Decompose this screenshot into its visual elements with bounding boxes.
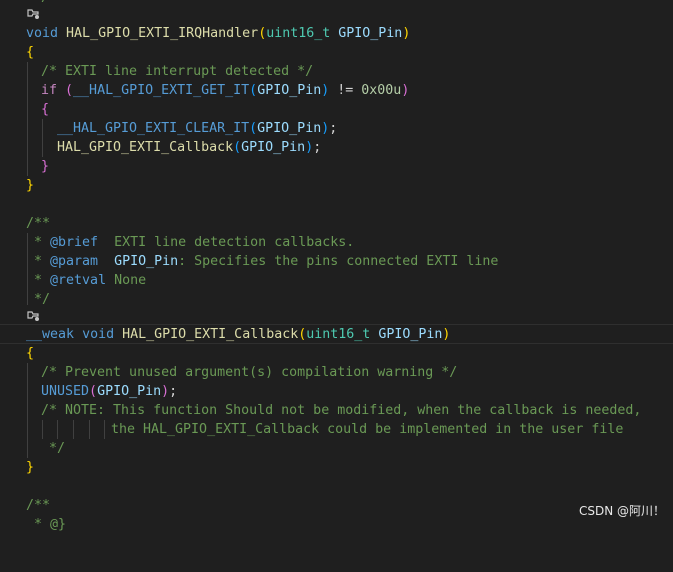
code-line: } bbox=[26, 178, 35, 193]
codelens-icon[interactable] bbox=[26, 7, 40, 21]
code-line: /** bbox=[26, 216, 51, 231]
code-line: /** bbox=[26, 498, 51, 513]
code-line: } bbox=[41, 159, 50, 174]
csdn-watermark: CSDN @阿川！ bbox=[578, 504, 665, 518]
code-line: * @brief EXTI line detection callbacks. bbox=[26, 235, 355, 250]
code-line: if (__HAL_GPIO_EXTI_GET_IT(GPIO_Pin) != … bbox=[41, 83, 410, 98]
code-line: / bbox=[0, 0, 673, 7]
code-editor[interactable]: / void HAL_GPIO_EXTI_IRQHandler(uint16_t… bbox=[0, 0, 673, 532]
function-name: HAL_GPIO_EXTI_Callback bbox=[122, 327, 299, 342]
code-line: HAL_GPIO_EXTI_Callback(GPIO_Pin); bbox=[57, 140, 322, 155]
code-line-current: __weak void HAL_GPIO_EXTI_Callback(uint1… bbox=[0, 324, 673, 344]
code-line: the HAL_GPIO_EXTI_Callback could be impl… bbox=[111, 422, 624, 437]
code-line: void HAL_GPIO_EXTI_IRQHandler(uint16_t G… bbox=[26, 26, 411, 41]
code-line: } bbox=[26, 460, 35, 475]
code-line: * @} bbox=[26, 517, 67, 532]
code-line: { bbox=[26, 346, 35, 361]
code-line: */ bbox=[26, 292, 51, 307]
comment-fragment: / bbox=[41, 0, 49, 7]
code-line: /* EXTI line interrupt detected */ bbox=[41, 64, 314, 79]
code-line: __HAL_GPIO_EXTI_CLEAR_IT(GPIO_Pin); bbox=[57, 121, 338, 136]
code-line: */ bbox=[41, 441, 66, 456]
function-name: HAL_GPIO_EXTI_IRQHandler bbox=[66, 26, 259, 41]
code-line: UNUSED(GPIO_Pin); bbox=[41, 384, 178, 399]
code-line: { bbox=[41, 102, 50, 117]
code-line: * @retval None bbox=[26, 273, 147, 288]
code-line: { bbox=[26, 45, 35, 60]
code-line: /* Prevent unused argument(s) compilatio… bbox=[41, 365, 458, 380]
code-line: * @param GPIO_Pin: Specifies the pins co… bbox=[26, 254, 499, 269]
codelens-icon[interactable] bbox=[26, 309, 40, 323]
code-line: /* NOTE: This function Should not be mod… bbox=[41, 403, 642, 418]
